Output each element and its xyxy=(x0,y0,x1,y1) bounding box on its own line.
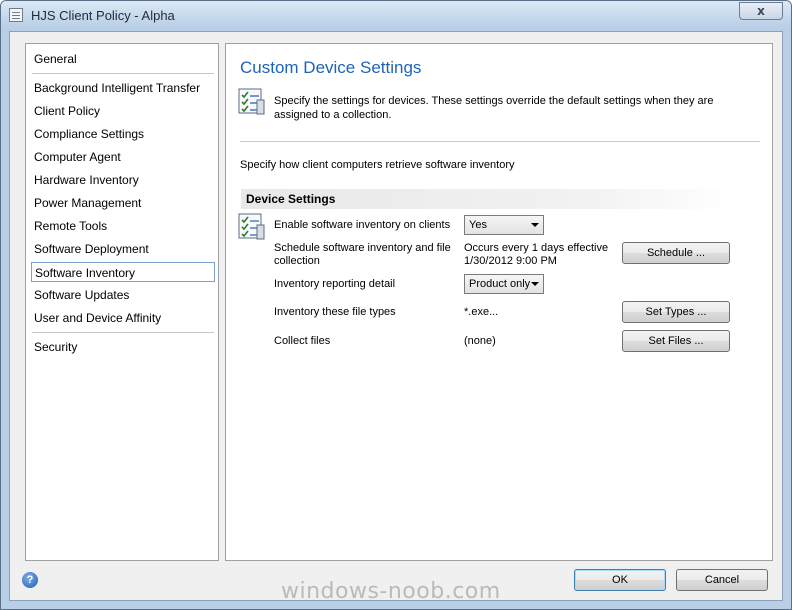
nav-item-label: Background Intelligent Transfer xyxy=(34,81,201,95)
nav-item-computer-agent[interactable]: Computer Agent xyxy=(31,147,215,167)
nav-item-label: Computer Agent xyxy=(34,150,121,164)
nav-item-label: Power Management xyxy=(34,196,142,210)
close-button[interactable]: x xyxy=(739,2,783,20)
section-title: Device Settings xyxy=(246,192,336,206)
chevron-down-icon xyxy=(531,282,539,286)
nav-item-general[interactable]: General xyxy=(31,49,215,69)
enable-inventory-value: Yes xyxy=(469,219,487,231)
nav-item-label: Software Deployment xyxy=(34,242,149,256)
nav-divider xyxy=(32,332,214,333)
nav-item-label: Client Policy xyxy=(34,104,101,118)
nav-item-label: Software Updates xyxy=(34,288,130,302)
schedule-label: Schedule software inventory and file col… xyxy=(274,242,451,267)
nav-item-software-inventory[interactable]: Software Inventory xyxy=(31,262,215,282)
cancel-button[interactable]: Cancel xyxy=(676,569,768,591)
nav-item-power-management[interactable]: Power Management xyxy=(31,193,215,213)
nav-item-software-deployment[interactable]: Software Deployment xyxy=(31,239,215,259)
nav-divider xyxy=(32,73,214,74)
divider xyxy=(240,141,760,142)
nav-item-label: General xyxy=(34,52,77,66)
nav-item-hardware-inventory[interactable]: Hardware Inventory xyxy=(31,170,215,190)
settings-list-icon xyxy=(238,88,265,115)
ok-button[interactable]: OK xyxy=(574,569,666,591)
nav-item-user-device-affinity[interactable]: User and Device Affinity xyxy=(31,308,215,328)
device-settings-icon xyxy=(238,213,265,240)
page-title: Custom Device Settings xyxy=(240,58,422,77)
chevron-down-icon xyxy=(531,223,539,227)
nav-item-remote-tools[interactable]: Remote Tools xyxy=(31,216,215,236)
nav-item-security[interactable]: Security xyxy=(31,337,215,357)
nav-item-client-policy[interactable]: Client Policy xyxy=(31,101,215,121)
settings-content: Custom Device Settings Specify the setti… xyxy=(225,43,773,561)
reporting-detail-value: Product only xyxy=(469,278,531,290)
dialog-body: General Background Intelligent Transfer … xyxy=(9,31,783,601)
help-icon[interactable]: ? xyxy=(22,572,38,588)
page-description: Specify the settings for devices. These … xyxy=(274,95,714,121)
nav-item-bits[interactable]: Background Intelligent Transfer xyxy=(31,78,215,98)
file-types-value: *.exe... xyxy=(464,306,499,318)
nav-item-label: Compliance Settings xyxy=(34,127,145,141)
enable-inventory-select[interactable]: Yes xyxy=(464,215,544,235)
dialog-window: HJS Client Policy - Alpha x General Back… xyxy=(0,0,792,610)
nav-item-label: Hardware Inventory xyxy=(34,173,139,187)
nav-item-label: Security xyxy=(34,340,78,354)
collect-files-value: (none) xyxy=(464,335,496,347)
policy-icon xyxy=(9,8,23,22)
settings-nav: General Background Intelligent Transfer … xyxy=(25,43,219,561)
set-types-button[interactable]: Set Types ... xyxy=(622,301,730,323)
nav-item-compliance[interactable]: Compliance Settings xyxy=(31,124,215,144)
nav-item-software-updates[interactable]: Software Updates xyxy=(31,285,215,305)
file-types-label: Inventory these file types xyxy=(274,306,396,318)
schedule-button[interactable]: Schedule ... xyxy=(622,242,730,264)
watermark: windows-noob.com xyxy=(281,579,501,604)
reporting-detail-label: Inventory reporting detail xyxy=(274,278,396,290)
enable-inventory-label: Enable software inventory on clients xyxy=(274,219,451,231)
window-title: HJS Client Policy - Alpha xyxy=(31,8,175,23)
set-files-button[interactable]: Set Files ... xyxy=(622,330,730,352)
collect-files-label: Collect files xyxy=(274,335,331,347)
device-settings-header: Device Settings xyxy=(241,189,734,209)
title-bar: HJS Client Policy - Alpha x xyxy=(1,1,791,31)
nav-item-label: Remote Tools xyxy=(34,219,108,233)
nav-item-label: User and Device Affinity xyxy=(34,311,162,325)
section-description: Specify how client computers retrieve so… xyxy=(240,159,515,171)
nav-item-label: Software Inventory xyxy=(35,266,136,280)
schedule-value: Occurs every 1 days effective 1/30/2012 … xyxy=(464,242,609,267)
reporting-detail-select[interactable]: Product only xyxy=(464,274,544,294)
